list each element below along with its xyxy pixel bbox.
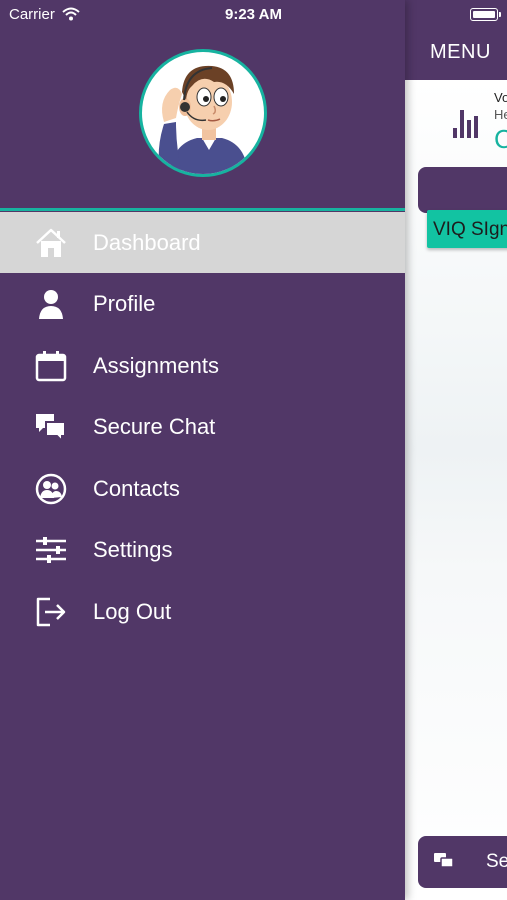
carrier-label: Carrier (9, 6, 55, 23)
stat-title: Vo (494, 90, 507, 105)
menu-item-assignments[interactable]: Assignments (0, 335, 405, 396)
sliders-icon (36, 537, 66, 563)
action-button[interactable] (418, 167, 507, 213)
agent-avatar-illustration (158, 65, 248, 174)
logout-icon (36, 597, 66, 627)
bar-chart-icon (453, 110, 478, 138)
menu-item-label: Assignments (93, 353, 219, 378)
menu-item-label: Contacts (93, 476, 180, 501)
menu-item-settings[interactable]: Settings (0, 519, 405, 580)
battery-tip (499, 12, 501, 17)
drawer-divider (0, 208, 405, 211)
status-bar: Carrier 9:23 AM (0, 0, 507, 28)
status-time: 9:23 AM (225, 6, 282, 23)
menu-item-label: Profile (93, 291, 156, 316)
battery-icon (470, 8, 498, 21)
side-drawer: Dashboard Profile Assignments Secure Cha… (0, 0, 405, 900)
menu-item-label: Log Out (93, 599, 172, 624)
menu-item-label: Settings (93, 537, 173, 562)
home-icon (36, 228, 66, 257)
menu-item-contacts[interactable]: Contacts (0, 458, 405, 519)
menu-item-profile[interactable]: Profile (0, 273, 405, 334)
stat-subtitle: He (494, 107, 507, 122)
user-icon (39, 290, 63, 319)
avatar[interactable] (139, 49, 267, 177)
menu-item-logout[interactable]: Log Out (0, 581, 405, 642)
menu-item-label: Secure Chat (93, 414, 216, 439)
wifi-icon (62, 7, 80, 21)
chat-icon (36, 414, 66, 443)
secure-chat-button-label: Se (486, 851, 507, 872)
contacts-icon (35, 473, 67, 505)
stat-value: C (494, 124, 507, 154)
menu-item-secure-chat[interactable]: Secure Chat (0, 396, 405, 457)
chat-icon (434, 853, 454, 868)
viq-sign-label: VIQ SIgn (433, 219, 507, 240)
menu-item-label: Dashboard (93, 230, 201, 255)
menu-title: MENU (430, 41, 491, 63)
calendar-icon (35, 351, 67, 382)
menu-item-dashboard[interactable]: Dashboard (0, 212, 405, 273)
